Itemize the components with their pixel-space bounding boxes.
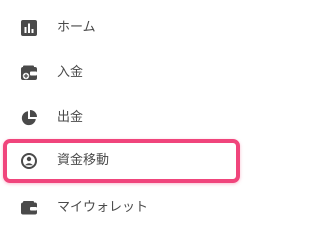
sidebar-item-label: マイウォレット (57, 200, 149, 215)
sidebar-item-label: 入金 (57, 65, 84, 80)
sidebar-item-fund-transfer[interactable]: 資金移動 (0, 141, 254, 181)
sidebar-item-label: 出金 (57, 110, 84, 125)
pie-chart-icon (20, 109, 38, 127)
sidebar-item-my-wallet[interactable]: マイウォレット (0, 188, 254, 228)
wallet-icon (20, 199, 38, 217)
sidebar-item-home[interactable]: ホーム (0, 8, 254, 48)
transfer-circle-icon (20, 152, 38, 170)
sidebar-nav: ホーム 入金 出金 資金移動 マイウォレット (0, 0, 254, 240)
sidebar-item-withdraw[interactable]: 出金 (0, 98, 254, 138)
sidebar-item-label: 資金移動 (57, 153, 110, 168)
wallet-plus-icon (20, 64, 38, 82)
sidebar-item-label: ホーム (57, 20, 96, 35)
bar-chart-icon (20, 19, 38, 37)
sidebar-item-deposit[interactable]: 入金 (0, 53, 254, 93)
